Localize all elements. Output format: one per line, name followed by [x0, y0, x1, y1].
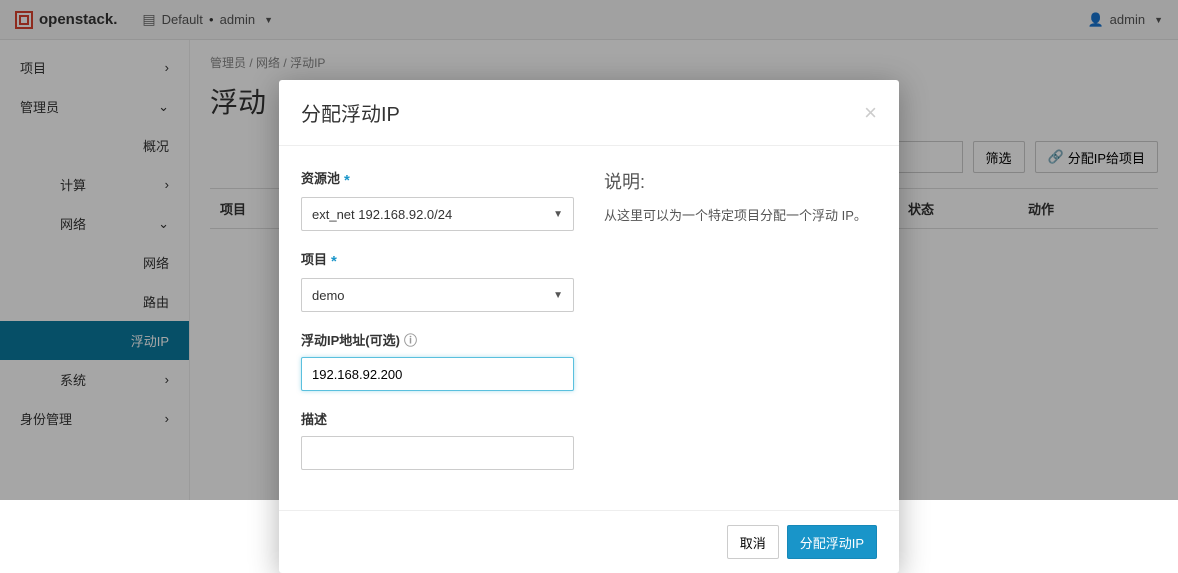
cancel-button[interactable]: 取消: [727, 525, 779, 559]
close-icon[interactable]: ×: [864, 102, 877, 124]
ipaddr-label: 浮动IP地址(可选)ⓘ: [301, 330, 574, 349]
description-label: 描述: [301, 409, 574, 428]
caret-down-icon: ▼: [553, 209, 563, 220]
help-title: 说明:: [604, 168, 877, 194]
submit-button[interactable]: 分配浮动IP: [787, 525, 877, 559]
caret-down-icon: ▼: [553, 290, 563, 301]
pool-label: 资源池*: [301, 168, 574, 189]
required-icon: *: [331, 253, 337, 270]
required-icon: *: [344, 172, 350, 189]
description-input[interactable]: [301, 436, 574, 470]
project-select[interactable]: demo ▼: [301, 278, 574, 312]
select-value: ext_net 192.168.92.0/24: [312, 207, 452, 222]
modal-title: 分配浮动IP: [301, 98, 400, 127]
modal-footer: 取消 分配浮动IP: [279, 510, 899, 573]
select-value: demo: [312, 288, 345, 303]
pool-select[interactable]: ext_net 192.168.92.0/24 ▼: [301, 197, 574, 231]
ipaddr-input[interactable]: [301, 357, 574, 391]
modal-header: 分配浮动IP ×: [279, 80, 899, 146]
modal-overlay[interactable]: 分配浮动IP × 资源池* ext_net 192.168.92.0/24 ▼ …: [0, 0, 1178, 500]
help-icon[interactable]: ⓘ: [404, 333, 417, 348]
project-label: 项目*: [301, 249, 574, 270]
help-text: 从这里可以为一个特定项目分配一个浮动 IP。: [604, 206, 877, 227]
allocate-ip-modal: 分配浮动IP × 资源池* ext_net 192.168.92.0/24 ▼ …: [279, 80, 899, 573]
